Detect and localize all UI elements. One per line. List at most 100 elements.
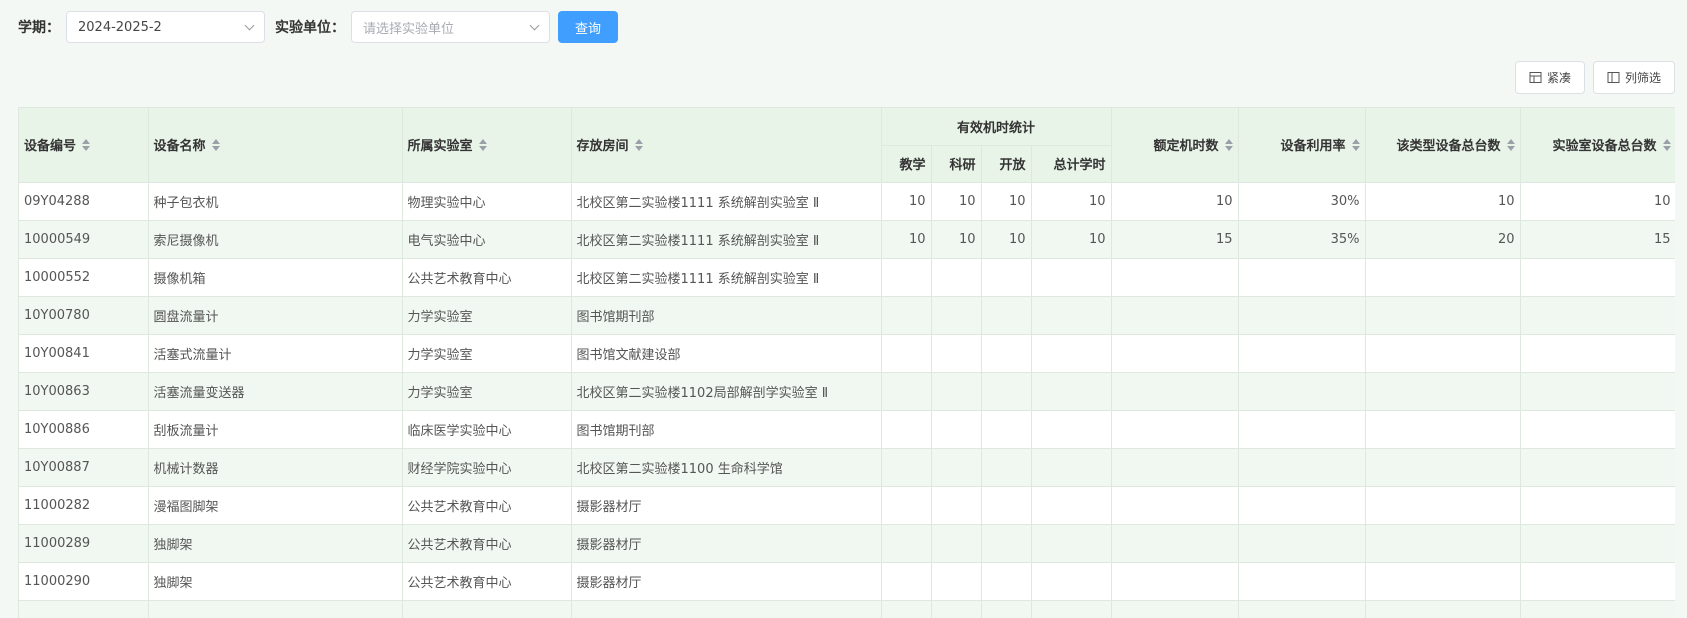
sort-icon[interactable]	[82, 138, 91, 151]
cell-type-total	[1365, 600, 1521, 618]
cell-rated-hours	[1111, 410, 1239, 449]
sort-icon[interactable]	[1662, 138, 1671, 151]
col-device-name[interactable]: 设备名称	[148, 108, 403, 183]
table-row[interactable]: 09Y04288 种子包衣机 物理实验中心 北校区第二实验楼1111 系统解剖实验室 …	[19, 182, 1675, 221]
cell-research	[931, 524, 982, 563]
table-row[interactable]: 10Y00887 机械计数器 财经学院实验中心 北校区第二实验楼1100 生命科学馆	[19, 448, 1675, 487]
cell-type-total	[1365, 372, 1521, 411]
cell-type-total	[1365, 258, 1521, 297]
cell-device-name: 种子包衣机	[148, 182, 403, 221]
cell-lab-total	[1520, 448, 1675, 487]
col-rated-hours[interactable]: 额定机时数	[1111, 108, 1239, 183]
col-lab-total[interactable]: 实验室设备总台数	[1520, 108, 1675, 183]
col-utilization[interactable]: 设备利用率	[1238, 108, 1366, 183]
table-row[interactable]	[19, 600, 1675, 618]
col-room[interactable]: 存放房间	[571, 108, 882, 183]
cell-utilization	[1238, 258, 1366, 297]
cell-open	[981, 296, 1032, 335]
cell-open	[981, 524, 1032, 563]
cell-teaching	[881, 600, 932, 618]
table-toolbar: 紧凑 列筛选	[1514, 61, 1675, 94]
sort-icon[interactable]	[211, 138, 220, 151]
sort-icon[interactable]	[478, 138, 487, 151]
sort-icon[interactable]	[1506, 138, 1515, 151]
cell-device-name: 机械计数器	[148, 448, 403, 487]
cell-teaching	[881, 486, 932, 525]
cell-research	[931, 258, 982, 297]
filter-bar: 学期： 2024-2025-2 实验单位： 请选择实验单位 查询	[18, 11, 618, 43]
table-row[interactable]: 10Y00780 圆盘流量计 力学实验室 图书馆期刊部	[19, 296, 1675, 335]
cell-room: 图书馆文献建设部	[571, 334, 882, 373]
sort-icon[interactable]	[1351, 138, 1360, 151]
unit-select[interactable]: 请选择实验单位	[351, 11, 550, 43]
cell-device-name: 独脚架	[148, 524, 403, 563]
chevron-down-icon	[244, 20, 255, 30]
cell-total-hours	[1031, 296, 1112, 335]
cell-type-total: 20	[1365, 220, 1521, 259]
table-row[interactable]: 10000549 索尼摄像机 电气实验中心 北校区第二实验楼1111 系统解剖实验室 …	[19, 220, 1675, 259]
cell-teaching: 10	[881, 220, 932, 259]
cell-open: 10	[981, 220, 1032, 259]
cell-lab-total	[1520, 296, 1675, 335]
cell-utilization: 35%	[1238, 220, 1366, 259]
cell-utilization	[1238, 372, 1366, 411]
col-lab[interactable]: 所属实验室	[402, 108, 572, 183]
cell-room: 摄影器材厅	[571, 524, 882, 563]
cell-open	[981, 372, 1032, 411]
column-filter-button[interactable]: 列筛选	[1592, 61, 1675, 94]
table-row[interactable]: 10Y00886 刮板流量计 临床医学实验中心 图书馆期刊部	[19, 410, 1675, 449]
term-select[interactable]: 2024-2025-2	[66, 11, 265, 43]
cell-device-no: 10Y00841	[19, 334, 149, 373]
cell-lab-total	[1520, 600, 1675, 618]
cell-room: 图书馆期刊部	[571, 296, 882, 335]
cell-lab: 公共艺术教育中心	[402, 258, 572, 297]
cell-lab-total	[1520, 334, 1675, 373]
cell-research	[931, 600, 982, 618]
compact-button[interactable]: 紧凑	[1514, 61, 1585, 94]
sort-icon[interactable]	[634, 138, 643, 151]
cell-total-hours	[1031, 334, 1112, 373]
cell-lab: 力学实验室	[402, 296, 572, 335]
cell-rated-hours	[1111, 258, 1239, 297]
table-row[interactable]: 10Y00863 活塞流量变送器 力学实验室 北校区第二实验楼1102局部解剖学实验室…	[19, 372, 1675, 411]
cell-device-no: 10Y00780	[19, 296, 149, 335]
cell-device-name: 独脚架	[148, 562, 403, 601]
sort-icon[interactable]	[1224, 138, 1233, 151]
cell-research	[931, 448, 982, 487]
cell-total-hours: 10	[1031, 220, 1112, 259]
table-row[interactable]: 11000282 漫福图脚架 公共艺术教育中心 摄影器材厅	[19, 486, 1675, 525]
cell-lab-total: 15	[1520, 220, 1675, 259]
cell-research	[931, 372, 982, 411]
cell-total-hours	[1031, 448, 1112, 487]
table-row[interactable]: 11000289 独脚架 公共艺术教育中心 摄影器材厅	[19, 524, 1675, 563]
cell-lab-total	[1520, 562, 1675, 601]
table-row[interactable]: 10000552 摄像机箱 公共艺术教育中心 北校区第二实验楼1111 系统解剖实验室…	[19, 258, 1675, 297]
cell-room: 摄影器材厅	[571, 562, 882, 601]
cell-open	[981, 486, 1032, 525]
cell-lab: 公共艺术教育中心	[402, 562, 572, 601]
cell-type-total	[1365, 334, 1521, 373]
cell-research	[931, 410, 982, 449]
table-row[interactable]: 10Y00841 活塞式流量计 力学实验室 图书馆文献建设部	[19, 334, 1675, 373]
col-group-effective-hours: 有效机时统计	[881, 108, 1112, 146]
cell-total-hours	[1031, 486, 1112, 525]
cell-lab: 公共艺术教育中心	[402, 524, 572, 563]
cell-rated-hours	[1111, 448, 1239, 487]
cell-utilization	[1238, 296, 1366, 335]
cell-utilization	[1238, 486, 1366, 525]
cell-teaching	[881, 448, 932, 487]
cell-device-name	[148, 600, 403, 618]
query-button[interactable]: 查询	[558, 11, 618, 43]
cell-total-hours	[1031, 524, 1112, 563]
cell-rated-hours: 10	[1111, 182, 1239, 221]
cell-device-no: 10Y00863	[19, 372, 149, 411]
table-row[interactable]: 11000290 独脚架 公共艺术教育中心 摄影器材厅	[19, 562, 1675, 601]
cell-type-total	[1365, 410, 1521, 449]
col-research: 科研	[931, 145, 982, 183]
cell-open	[981, 410, 1032, 449]
cell-open	[981, 600, 1032, 618]
cell-device-name: 漫福图脚架	[148, 486, 403, 525]
col-device-no[interactable]: 设备编号	[19, 108, 149, 183]
cell-teaching	[881, 334, 932, 373]
col-type-total[interactable]: 该类型设备总台数	[1365, 108, 1521, 183]
